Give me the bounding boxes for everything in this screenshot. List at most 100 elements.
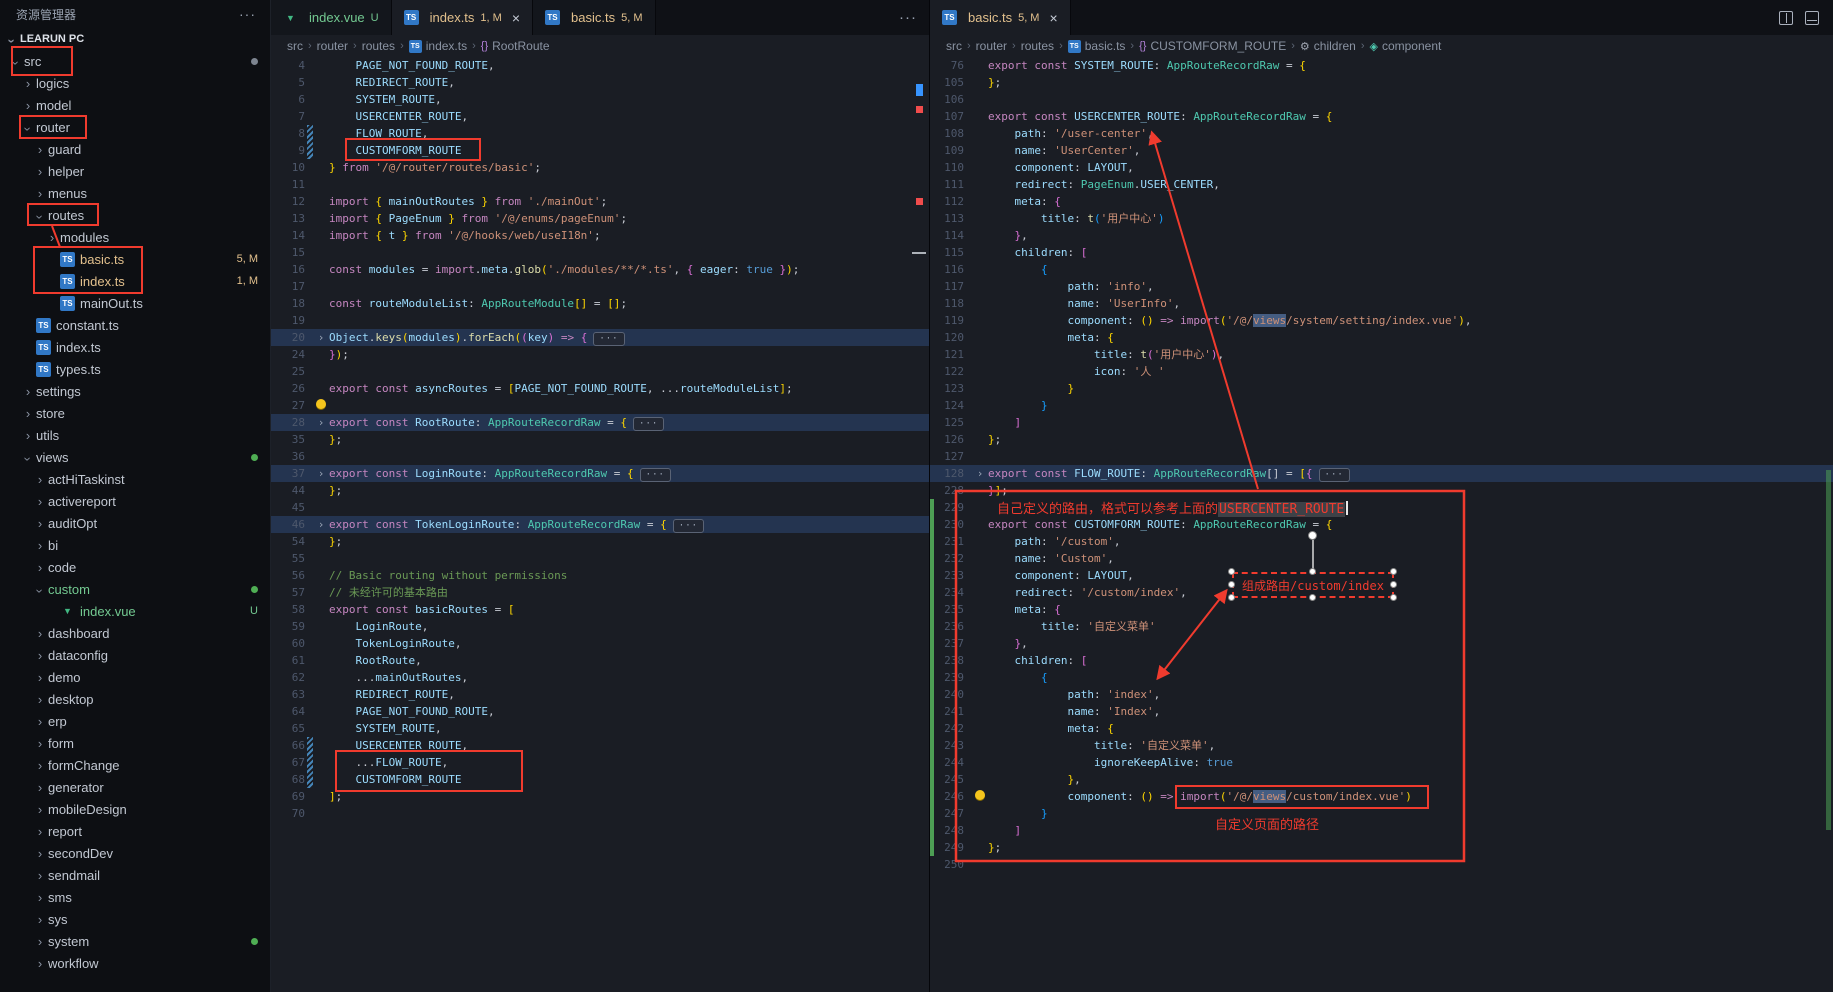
breadcrumb-item-index.ts[interactable]: TSindex.ts <box>409 39 467 53</box>
chevron-right-icon[interactable]: › <box>32 472 48 487</box>
breadcrumb-item-children[interactable]: ⚙children <box>1300 39 1356 53</box>
tree-item-dashboard[interactable]: ›dashboard <box>0 622 270 644</box>
code-line-13[interactable]: 13import { PageEnum } from '/@/enums/pag… <box>271 210 929 227</box>
code-line-111[interactable]: 111 redirect: PageEnum.USER_CENTER, <box>930 176 1833 193</box>
split-editor-icon[interactable] <box>1779 11 1793 25</box>
code-line-67[interactable]: 67 ...FLOW_ROUTE, <box>271 754 929 771</box>
code-line-246[interactable]: 246 component: () => import('/@/views/cu… <box>930 788 1833 805</box>
chevron-right-icon[interactable]: › <box>20 406 36 421</box>
tree-item-report[interactable]: ›report <box>0 820 270 842</box>
code-line-124[interactable]: 124 } <box>930 397 1833 414</box>
code-line-26[interactable]: 26export const asyncRoutes = [PAGE_NOT_F… <box>271 380 929 397</box>
chevron-right-icon[interactable]: › <box>20 76 36 91</box>
code-line-65[interactable]: 65 SYSTEM_ROUTE, <box>271 720 929 737</box>
code-line-106[interactable]: 106 <box>930 91 1833 108</box>
chevron-right-icon[interactable]: › <box>32 164 48 179</box>
code-line-249[interactable]: 249}; <box>930 839 1833 856</box>
tree-item-index.vue[interactable]: ›▼index.vueU <box>0 600 270 622</box>
code-line-243[interactable]: 243 title: '自定义菜单', <box>930 737 1833 754</box>
breadcrumb-item-RootRoute[interactable]: {}RootRoute <box>481 39 550 53</box>
code-line-228[interactable]: 228}]; <box>930 482 1833 499</box>
folded-code-ellipsis[interactable]: ··· <box>593 332 624 346</box>
lightbulb-icon[interactable] <box>975 790 985 800</box>
code-line-247[interactable]: 247 } <box>930 805 1833 822</box>
code-line-45[interactable]: 45 <box>271 499 929 516</box>
code-line-76[interactable]: 76export const SYSTEM_ROUTE: AppRouteRec… <box>930 57 1833 74</box>
code-line-57[interactable]: 57// 未经许可的基本路由 <box>271 584 929 601</box>
chevron-right-icon[interactable]: › <box>32 956 48 971</box>
breadcrumb-item-component[interactable]: ◈component <box>1369 39 1441 53</box>
chevron-down-icon[interactable]: › <box>32 209 47 225</box>
chevron-right-icon[interactable]: › <box>20 98 36 113</box>
code-line-236[interactable]: 236 title: '自定义菜单' <box>930 618 1833 635</box>
code-line-117[interactable]: 117 path: 'info', <box>930 278 1833 295</box>
tree-item-auditOpt[interactable]: ›auditOpt <box>0 512 270 534</box>
code-line-5[interactable]: 5 REDIRECT_ROUTE, <box>271 74 929 91</box>
tree-item-mainOut.ts[interactable]: ›TSmainOut.ts <box>0 292 270 314</box>
code-line-118[interactable]: 118 name: 'UserInfo', <box>930 295 1833 312</box>
close-tab-icon[interactable]: × <box>1049 10 1057 26</box>
chevron-right-icon[interactable]: › <box>32 670 48 685</box>
chevron-right-icon[interactable]: › <box>32 736 48 751</box>
code-line-119[interactable]: 119 component: () => import('/@/views/sy… <box>930 312 1833 329</box>
chevron-right-icon[interactable]: › <box>32 934 48 949</box>
code-line-20[interactable]: 20›Object.keys(modules).forEach((key) =>… <box>271 329 929 346</box>
code-line-123[interactable]: 123 } <box>930 380 1833 397</box>
folded-code-ellipsis[interactable]: ··· <box>1319 468 1350 482</box>
selection-handle[interactable] <box>1228 594 1235 601</box>
code-line-18[interactable]: 18const routeModuleList: AppRouteModule[… <box>271 295 929 312</box>
code-line-109[interactable]: 109 name: 'UserCenter', <box>930 142 1833 159</box>
tree-item-system[interactable]: ›system <box>0 930 270 952</box>
code-line-107[interactable]: 107export const USERCENTER_ROUTE: AppRou… <box>930 108 1833 125</box>
fold-chevron-icon[interactable]: › <box>313 465 329 482</box>
tree-item-types.ts[interactable]: ›TStypes.ts <box>0 358 270 380</box>
breadcrumb-item-basic.ts[interactable]: TSbasic.ts <box>1068 39 1126 53</box>
code-line-232[interactable]: 232 name: 'Custom', <box>930 550 1833 567</box>
code-line-241[interactable]: 241 name: 'Index', <box>930 703 1833 720</box>
tree-item-store[interactable]: ›store <box>0 402 270 424</box>
code-line-63[interactable]: 63 REDIRECT_ROUTE, <box>271 686 929 703</box>
fold-chevron-icon[interactable]: › <box>313 329 329 346</box>
code-line-19[interactable]: 19 <box>271 312 929 329</box>
tree-item-guard[interactable]: ›guard <box>0 138 270 160</box>
code-line-64[interactable]: 64 PAGE_NOT_FOUND_ROUTE, <box>271 703 929 720</box>
code-line-248[interactable]: 248 ] <box>930 822 1833 839</box>
chevron-right-icon[interactable]: › <box>32 758 48 773</box>
tree-item-formChange[interactable]: ›formChange <box>0 754 270 776</box>
tree-item-secondDev[interactable]: ›secondDev <box>0 842 270 864</box>
fold-chevron-icon[interactable]: › <box>313 516 329 533</box>
chevron-right-icon[interactable]: › <box>32 890 48 905</box>
tree-item-basic.ts[interactable]: ›TSbasic.ts5, M <box>0 248 270 270</box>
tree-item-bi[interactable]: ›bi <box>0 534 270 556</box>
code-line-35[interactable]: 35}; <box>271 431 929 448</box>
tree-item-form[interactable]: ›form <box>0 732 270 754</box>
tree-item-custom[interactable]: ›custom <box>0 578 270 600</box>
code-line-56[interactable]: 56// Basic routing without permissions <box>271 567 929 584</box>
tab-index.vue[interactable]: ▼index.vueU <box>271 0 392 35</box>
breadcrumb-item-router[interactable]: router <box>976 39 1007 53</box>
fold-chevron-icon[interactable]: › <box>313 414 329 431</box>
tree-item-views[interactable]: ›views <box>0 446 270 468</box>
code-line-44[interactable]: 44}; <box>271 482 929 499</box>
tree-item-menus[interactable]: ›menus <box>0 182 270 204</box>
code-line-239[interactable]: 239 { <box>930 669 1833 686</box>
code-line-69[interactable]: 69]; <box>271 788 929 805</box>
tab-basic.ts[interactable]: TSbasic.ts5, M× <box>930 0 1071 35</box>
code-line-58[interactable]: 58export const basicRoutes = [ <box>271 601 929 618</box>
breadcrumb-item-CUSTOMFORM_ROUTE[interactable]: {}CUSTOMFORM_ROUTE <box>1139 39 1286 53</box>
tree-item-generator[interactable]: ›generator <box>0 776 270 798</box>
tree-item-dataconfig[interactable]: ›dataconfig <box>0 644 270 666</box>
tab-basic.ts[interactable]: TSbasic.ts5, M <box>533 0 655 35</box>
code-line-237[interactable]: 237 }, <box>930 635 1833 652</box>
tree-item-routes[interactable]: ›routes <box>0 204 270 226</box>
tree-item-sms[interactable]: ›sms <box>0 886 270 908</box>
folded-code-ellipsis[interactable]: ··· <box>640 468 671 482</box>
code-line-235[interactable]: 235 meta: { <box>930 601 1833 618</box>
code-line-62[interactable]: 62 ...mainOutRoutes, <box>271 669 929 686</box>
tree-item-helper[interactable]: ›helper <box>0 160 270 182</box>
tree-item-sys[interactable]: ›sys <box>0 908 270 930</box>
code-line-28[interactable]: 28›export const RootRoute: AppRouteRecor… <box>271 414 929 431</box>
code-line-36[interactable]: 36 <box>271 448 929 465</box>
editor-more-actions-icon[interactable]: ··· <box>899 9 917 26</box>
tree-item-demo[interactable]: ›demo <box>0 666 270 688</box>
